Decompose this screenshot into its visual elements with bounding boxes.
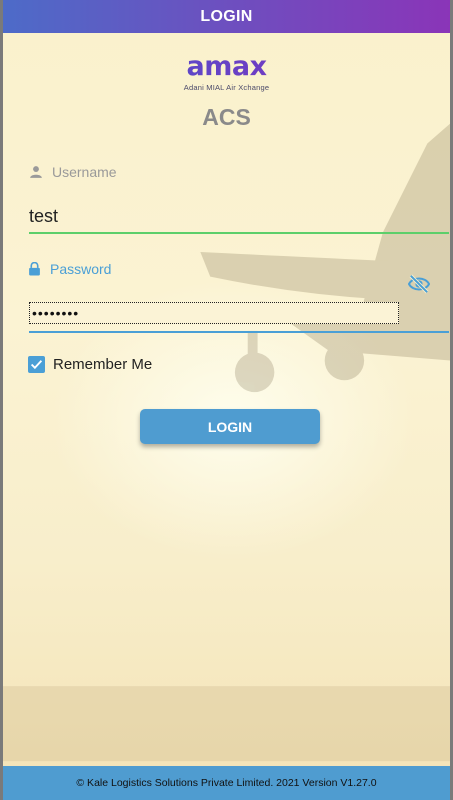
login-button[interactable]: LOGIN <box>140 409 320 444</box>
checkmark-icon <box>30 360 43 370</box>
eye-off-icon[interactable] <box>408 274 430 294</box>
app-screen: LOGIN amax Adani MIAL Air Xchange ACS Us… <box>0 0 453 800</box>
logo-brand: amax <box>3 53 450 80</box>
app-title: ACS <box>202 104 251 130</box>
username-label: Username <box>29 164 117 180</box>
amax-logo: amax Adani MIAL Air Xchange <box>3 53 450 92</box>
username-label-text: Username <box>52 164 117 180</box>
password-label: Password <box>28 261 111 277</box>
password-label-text: Password <box>50 261 112 277</box>
title-bar: LOGIN <box>3 0 450 33</box>
person-icon <box>30 166 42 178</box>
checkbox-box[interactable] <box>28 356 45 373</box>
remember-me-checkbox[interactable]: Remember Me <box>28 356 152 373</box>
password-input[interactable] <box>29 302 399 324</box>
password-underline <box>29 331 449 333</box>
copyright-text: © Kale Logistics Solutions Private Limit… <box>76 777 377 789</box>
username-input[interactable] <box>29 200 449 234</box>
logo-tagline: Adani MIAL Air Xchange <box>183 83 270 92</box>
title-bar-title: LOGIN <box>200 7 253 25</box>
remember-me-label: Remember Me <box>53 356 153 373</box>
lock-icon <box>29 262 40 276</box>
footer-bar: © Kale Logistics Solutions Private Limit… <box>3 766 450 800</box>
